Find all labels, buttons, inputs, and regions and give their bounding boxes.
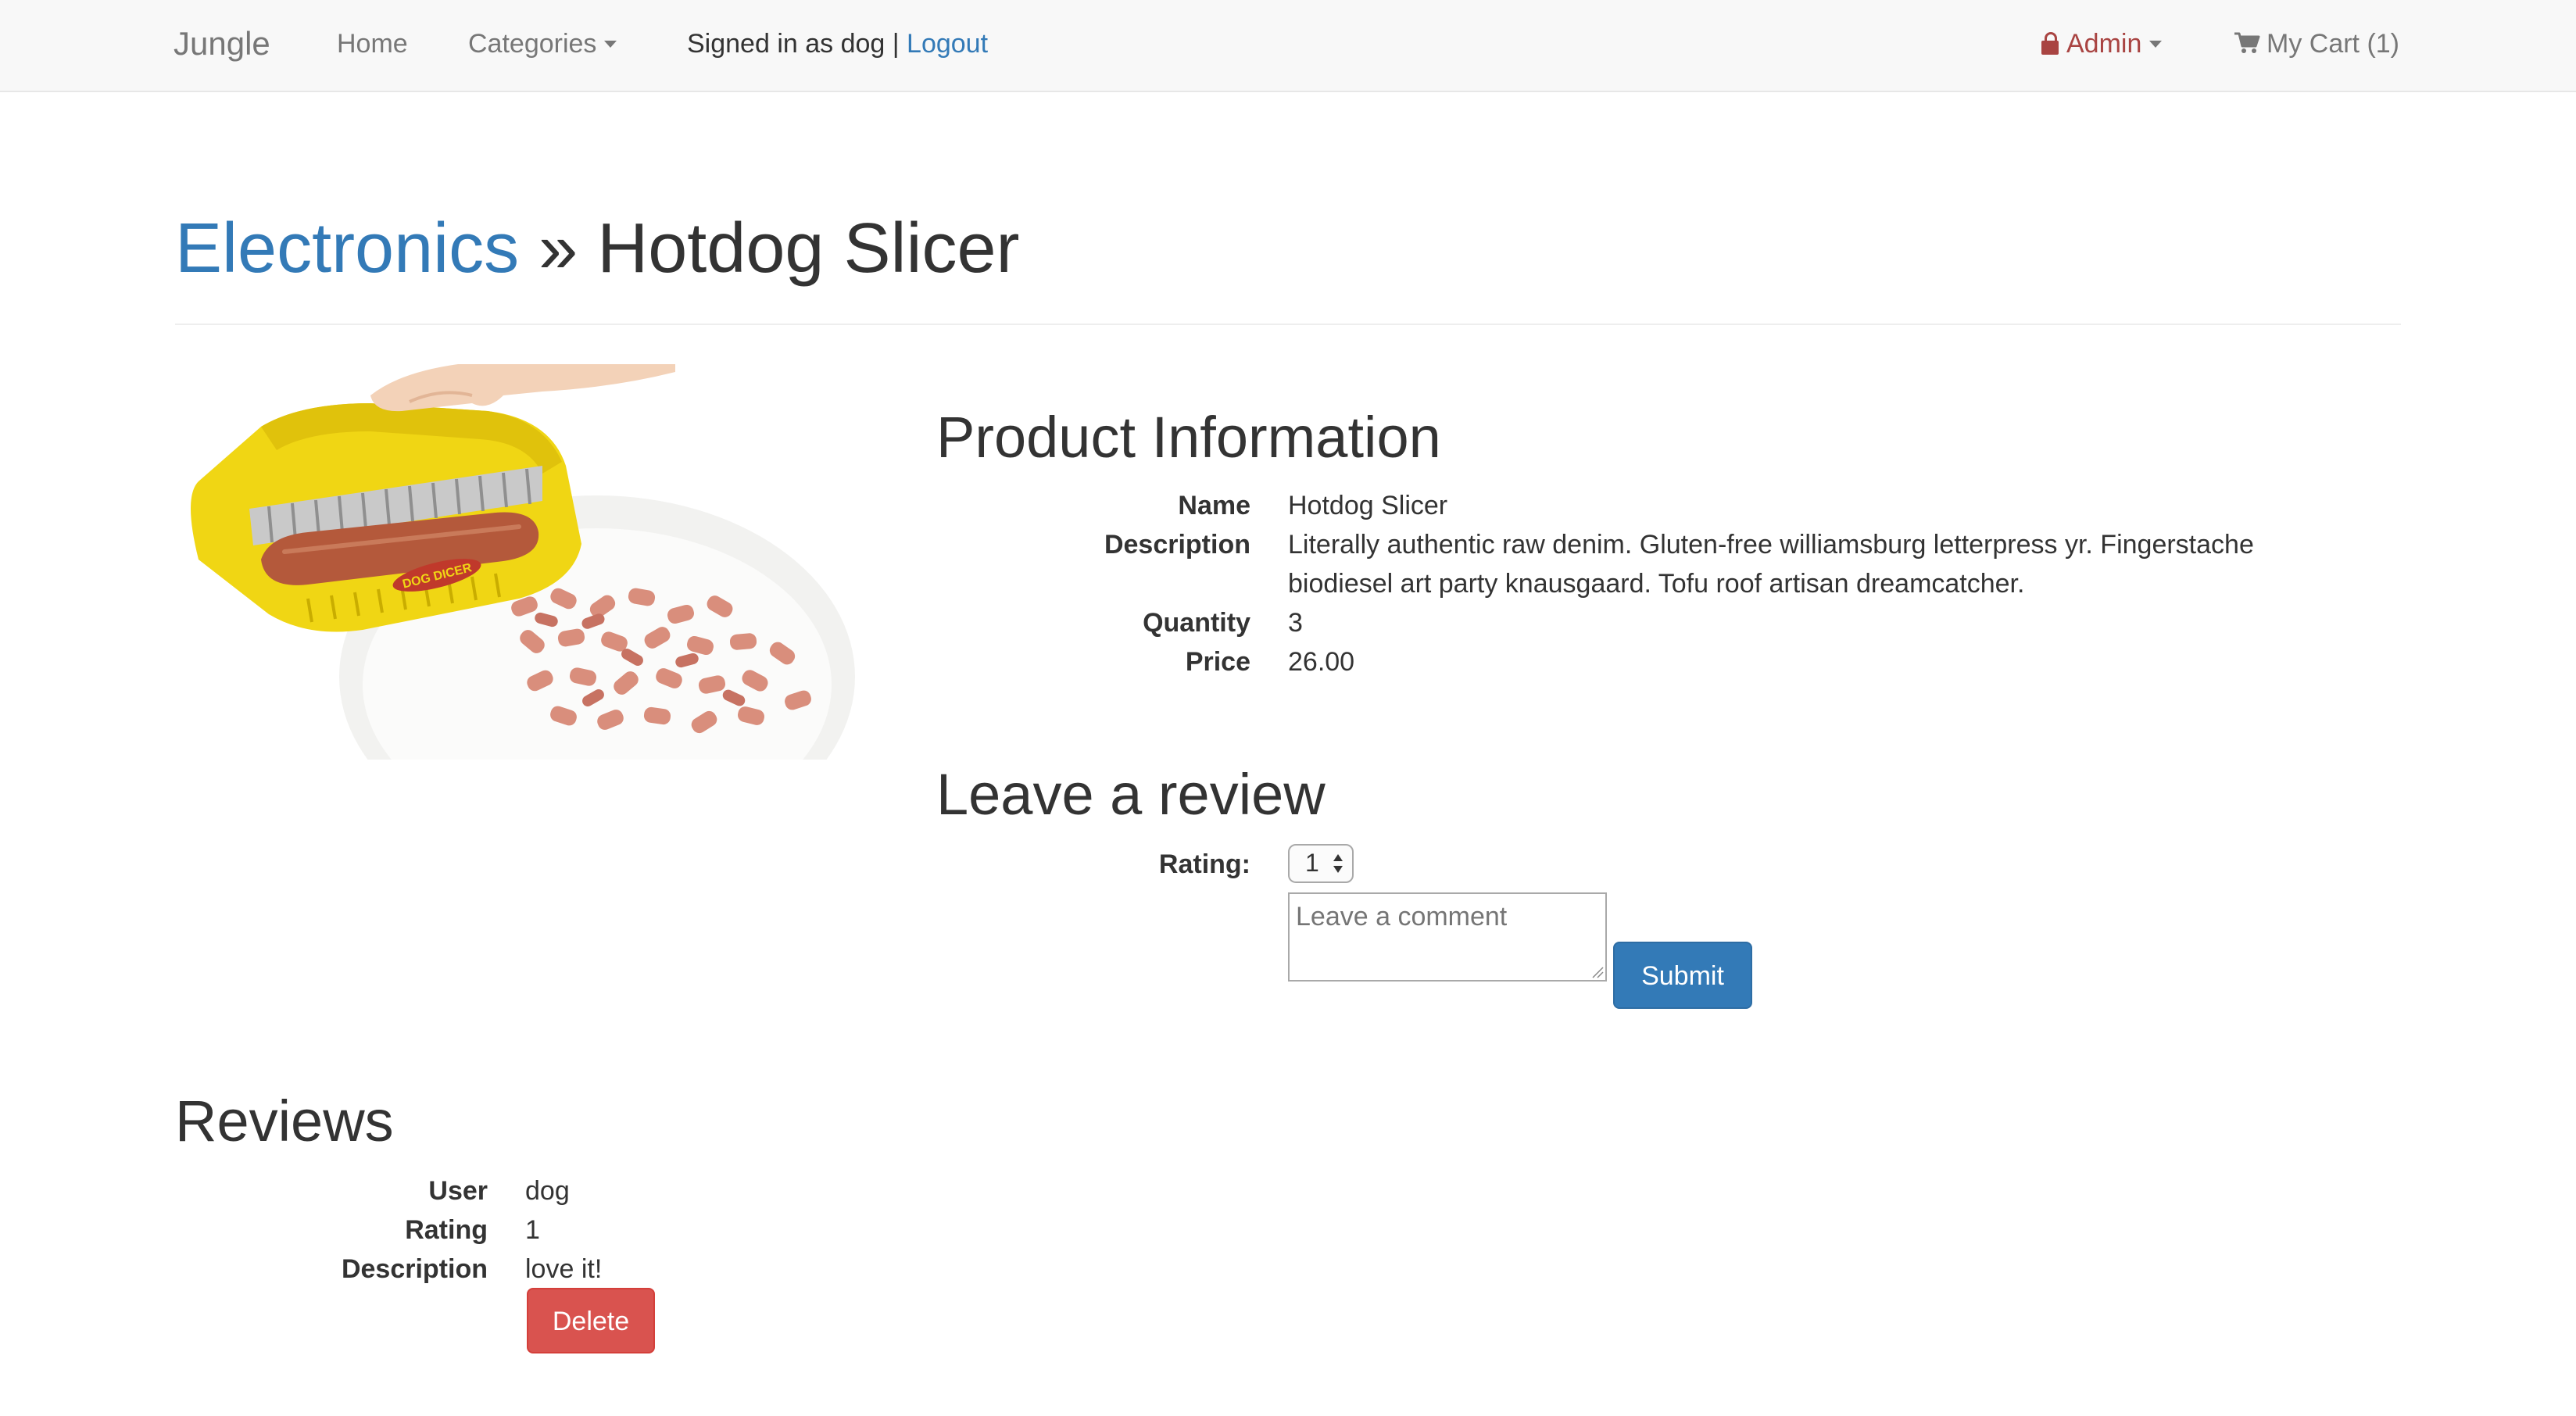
top-navbar: Jungle Home Categories Signed in as dog … [0, 0, 2576, 92]
breadcrumb-separator: » [538, 209, 578, 288]
product-title: Hotdog Slicer [597, 209, 1020, 288]
rating-label: Rating: [1158, 849, 1250, 879]
admin-label: Admin [2066, 29, 2142, 59]
breadcrumb-category-link[interactable]: Electronics [175, 209, 519, 288]
rating-select-value: 1 [1305, 849, 1319, 877]
price-label: Price [1185, 647, 1250, 677]
submit-review-button[interactable]: Submit [1613, 942, 1752, 1009]
cart-label: My Cart (1) [2267, 29, 2399, 59]
review-rating-label: Rating [405, 1215, 488, 1245]
review-user-value: dog [525, 1176, 570, 1206]
spinner-arrows-icon [1333, 854, 1343, 873]
resize-handle-icon[interactable] [1591, 966, 1604, 978]
product-info-heading: Product Information [936, 405, 1441, 470]
page-title: Electronics » Hotdog Slicer [175, 202, 1020, 295]
review-rating-value: 1 [525, 1215, 540, 1245]
name-label: Name [1178, 491, 1250, 520]
my-cart-link[interactable]: My Cart (1) [2234, 0, 2399, 91]
review-user-label: User [428, 1176, 488, 1206]
nav-admin-dropdown[interactable]: Admin [2041, 0, 2163, 91]
caret-down-icon [604, 40, 617, 48]
quantity-label: Quantity [1143, 608, 1250, 638]
rating-select[interactable]: 1 [1288, 844, 1354, 883]
logout-link[interactable]: Logout [907, 29, 988, 59]
product-image: DOG DICER [191, 364, 855, 760]
review-description-label: Description [341, 1254, 488, 1284]
comment-textarea[interactable] [1288, 892, 1607, 982]
delete-review-button[interactable]: Delete [527, 1288, 655, 1353]
product-name-value: Hotdog Slicer [1288, 491, 1448, 520]
price-value: 26.00 [1288, 647, 1355, 677]
description-line-1: Literally authentic raw denim. Gluten-fr… [1288, 530, 2254, 560]
brand-link[interactable]: Jungle [174, 0, 270, 91]
reviews-heading: Reviews [175, 1089, 394, 1153]
description-line-2: biodiesel art party knausgaard. Tofu roo… [1288, 569, 2025, 599]
leave-review-heading: Leave a review [936, 762, 1326, 827]
caret-down-icon [2149, 40, 2163, 48]
signed-in-status: Signed in as dog | Logout [687, 0, 988, 91]
quantity-value: 3 [1288, 608, 1303, 638]
shopping-cart-icon [2234, 32, 2260, 54]
categories-label: Categories [468, 29, 597, 59]
description-label: Description [1104, 530, 1250, 560]
page-header: Electronics » Hotdog Slicer [175, 202, 2401, 325]
signed-in-text: Signed in as dog | [687, 29, 900, 59]
lock-icon [2041, 32, 2059, 55]
review-description-value: love it! [525, 1254, 603, 1284]
nav-categories-dropdown[interactable]: Categories [468, 0, 617, 91]
nav-home-link[interactable]: Home [337, 0, 408, 91]
